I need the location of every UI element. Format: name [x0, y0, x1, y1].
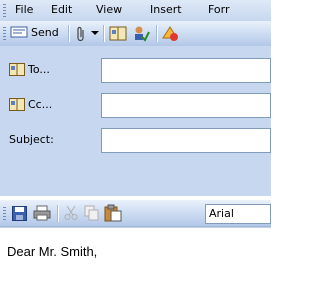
importance-icon[interactable]: [161, 25, 179, 42]
check-names-icon[interactable]: [132, 25, 150, 42]
toolbar-separator: [68, 25, 70, 42]
copy-icon[interactable]: [84, 205, 100, 221]
address-book-icon: [9, 63, 25, 76]
subject-label: Subject:: [9, 133, 54, 146]
standard-toolbar: Send: [0, 21, 271, 47]
menu-insert[interactable]: Insert: [150, 3, 182, 16]
menu-grip[interactable]: [3, 4, 6, 17]
cc-label: Cc...: [28, 98, 53, 111]
paperclip-icon[interactable]: [75, 26, 87, 42]
body-text: Dear Mr. Smith,: [7, 244, 98, 259]
menu-edit[interactable]: Edit: [51, 3, 72, 16]
subject-field[interactable]: [101, 128, 271, 153]
chevron-down-icon[interactable]: [91, 31, 99, 36]
to-field[interactable]: [101, 58, 271, 83]
save-icon[interactable]: [12, 206, 27, 221]
send-icon: [10, 26, 28, 38]
print-icon[interactable]: [33, 205, 51, 221]
to-label: To...: [28, 63, 50, 76]
send-button[interactable]: Send: [10, 25, 59, 39]
toolbar-grip[interactable]: [3, 207, 6, 220]
address-book-icon[interactable]: [109, 26, 127, 41]
menu-file[interactable]: File: [15, 3, 33, 16]
menu-format[interactable]: Forr: [208, 3, 230, 16]
paste-icon[interactable]: [104, 204, 122, 222]
cc-button[interactable]: Cc...: [9, 93, 52, 116]
toolbar-separator: [156, 25, 158, 42]
toolbar-grip[interactable]: [3, 27, 6, 40]
message-body[interactable]: [0, 227, 271, 295]
menu-view[interactable]: View: [96, 3, 122, 16]
menu-bar: File Edit View Insert Forr: [0, 0, 271, 21]
toolbar-separator: [103, 25, 105, 42]
toolbar-separator: [57, 205, 59, 222]
to-button[interactable]: To...: [9, 58, 50, 81]
cc-field[interactable]: [101, 93, 271, 118]
font-name-box[interactable]: Arial: [205, 204, 271, 224]
send-label: Send: [31, 25, 59, 39]
address-book-icon: [9, 98, 25, 111]
cut-icon[interactable]: [64, 205, 78, 221]
